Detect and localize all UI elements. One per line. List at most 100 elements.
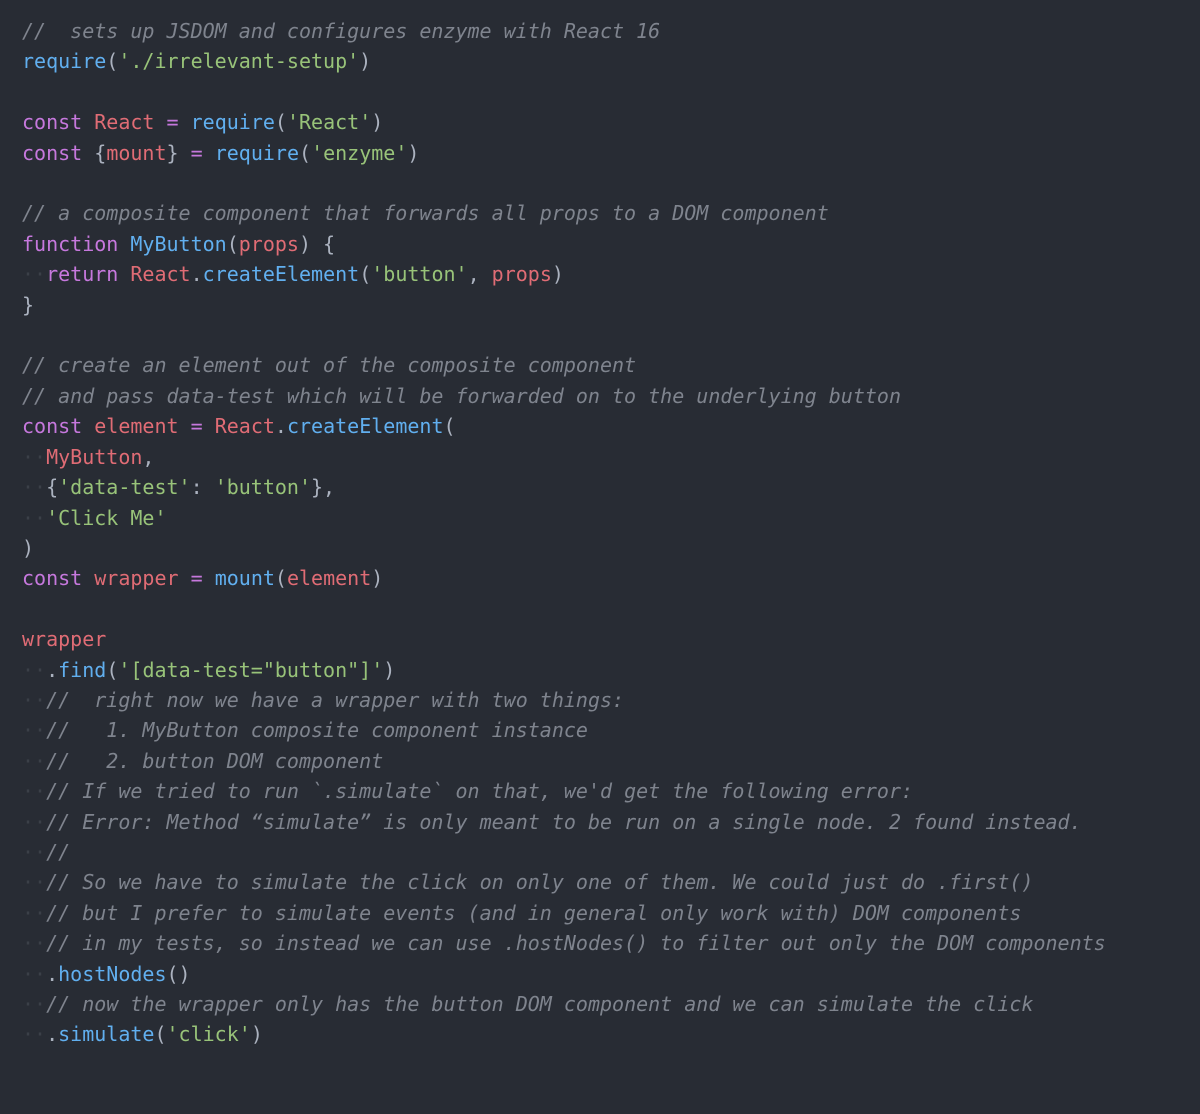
code-token: // and pass data-test which will be forw… (22, 384, 901, 408)
code-token: wrapper (94, 566, 178, 590)
code-token: ·· (22, 658, 46, 682)
code-token: . (46, 1022, 58, 1046)
code-token: = (191, 141, 203, 165)
code-token: require (191, 110, 275, 134)
code-token: 'enzyme' (311, 141, 407, 165)
code-token: ( (359, 262, 371, 286)
code-token: 'click' (167, 1022, 251, 1046)
code-token: const (22, 141, 82, 165)
code-token: 'button' (215, 475, 311, 499)
code-token: // a composite component that forwards a… (22, 201, 829, 225)
code-token: MyButton (46, 445, 142, 469)
code-token: = (191, 414, 203, 438)
code-token: function (22, 232, 118, 256)
code-token: ·· (22, 992, 46, 1016)
code-token: MyButton (130, 232, 226, 256)
code-token: React (215, 414, 275, 438)
code-token: ·· (22, 840, 46, 864)
code-token: const (22, 414, 82, 438)
code-token: ) (359, 49, 371, 73)
code-token: { (82, 141, 106, 165)
code-line: ) (22, 536, 34, 560)
code-token (203, 566, 215, 590)
code-line: ··// but I prefer to simulate events (an… (22, 901, 1021, 925)
code-token: }, (311, 475, 335, 499)
code-token: ·· (22, 962, 46, 986)
code-token: find (58, 658, 106, 682)
code-token: return (46, 262, 118, 286)
code-token: } (22, 293, 34, 317)
code-token: = (191, 566, 203, 590)
code-line: // sets up JSDOM and configures enzyme w… (22, 19, 660, 43)
code-token: : (191, 475, 215, 499)
code-line: ··{'data-test': 'button'}, (22, 475, 335, 499)
code-token: // If we tried to run `.simulate` on tha… (46, 779, 913, 803)
code-token: ( (444, 414, 456, 438)
code-token: require (22, 49, 106, 73)
code-token: } (167, 141, 191, 165)
code-token: props (492, 262, 552, 286)
code-token: ) (251, 1022, 263, 1046)
code-token (82, 414, 94, 438)
code-token: ·· (22, 688, 46, 712)
code-line: require('./irrelevant-setup') (22, 49, 371, 73)
code-line: ··// So we have to simulate the click on… (22, 870, 1033, 894)
code-token: . (46, 658, 58, 682)
code-token: // So we have to simulate the click on o… (46, 870, 1033, 894)
code-token: () (167, 962, 191, 986)
code-token: ·· (22, 901, 46, 925)
code-token: , (468, 262, 492, 286)
code-token (118, 262, 130, 286)
code-token: // but I prefer to simulate events (and … (46, 901, 1021, 925)
code-line: ··// in my tests, so instead we can use … (22, 931, 1106, 955)
code-token: ) (407, 141, 419, 165)
code-token: 'button' (371, 262, 467, 286)
code-token: // Error: Method “simulate” is only mean… (46, 810, 1082, 834)
code-token: , (142, 445, 154, 469)
code-token: ·· (22, 749, 46, 773)
code-token: = (167, 110, 179, 134)
code-token: ·· (22, 506, 46, 530)
code-token: 'Click Me' (46, 506, 166, 530)
code-token: ) (383, 658, 395, 682)
code-token: . (46, 962, 58, 986)
code-token: mount (215, 566, 275, 590)
code-token: ( (275, 110, 287, 134)
code-line: const React = require('React') (22, 110, 383, 134)
code-line: ··// 2. button DOM component (22, 749, 383, 773)
code-token: ) { (299, 232, 335, 256)
code-token: ) (371, 110, 383, 134)
code-token (82, 566, 94, 590)
code-token: // sets up JSDOM and configures enzyme w… (22, 19, 660, 43)
code-token: require (215, 141, 299, 165)
code-line: ··// Error: Method “simulate” is only me… (22, 810, 1082, 834)
code-token: ) (371, 566, 383, 590)
code-token (82, 110, 94, 134)
code-token: // in my tests, so instead we can use .h… (46, 931, 1106, 955)
code-token (203, 414, 215, 438)
code-token: '[data-test="button"]' (118, 658, 383, 682)
code-line: wrapper (22, 627, 106, 651)
code-token: mount (106, 141, 166, 165)
code-token: './irrelevant-setup' (118, 49, 359, 73)
code-line: ··// right now we have a wrapper with tw… (22, 688, 624, 712)
code-line: const element = React.createElement( (22, 414, 456, 438)
code-token (118, 232, 130, 256)
code-token: ( (227, 232, 239, 256)
code-token: ·· (22, 262, 46, 286)
code-block: // sets up JSDOM and configures enzyme w… (0, 0, 1200, 1066)
code-token (203, 141, 215, 165)
code-token: . (191, 262, 203, 286)
code-line: ··// 1. MyButton composite component ins… (22, 718, 588, 742)
code-line: } (22, 293, 34, 317)
code-token: ( (154, 1022, 166, 1046)
code-token: ·· (22, 870, 46, 894)
code-token: // (46, 840, 70, 864)
code-token: // 1. MyButton composite component insta… (46, 718, 588, 742)
code-token: 'data-test' (58, 475, 190, 499)
code-line: ··.simulate('click') (22, 1022, 263, 1046)
code-line: ··.hostNodes() (22, 962, 191, 986)
code-token: React (130, 262, 190, 286)
code-line: const {mount} = require('enzyme') (22, 141, 419, 165)
code-token: ) (22, 536, 34, 560)
